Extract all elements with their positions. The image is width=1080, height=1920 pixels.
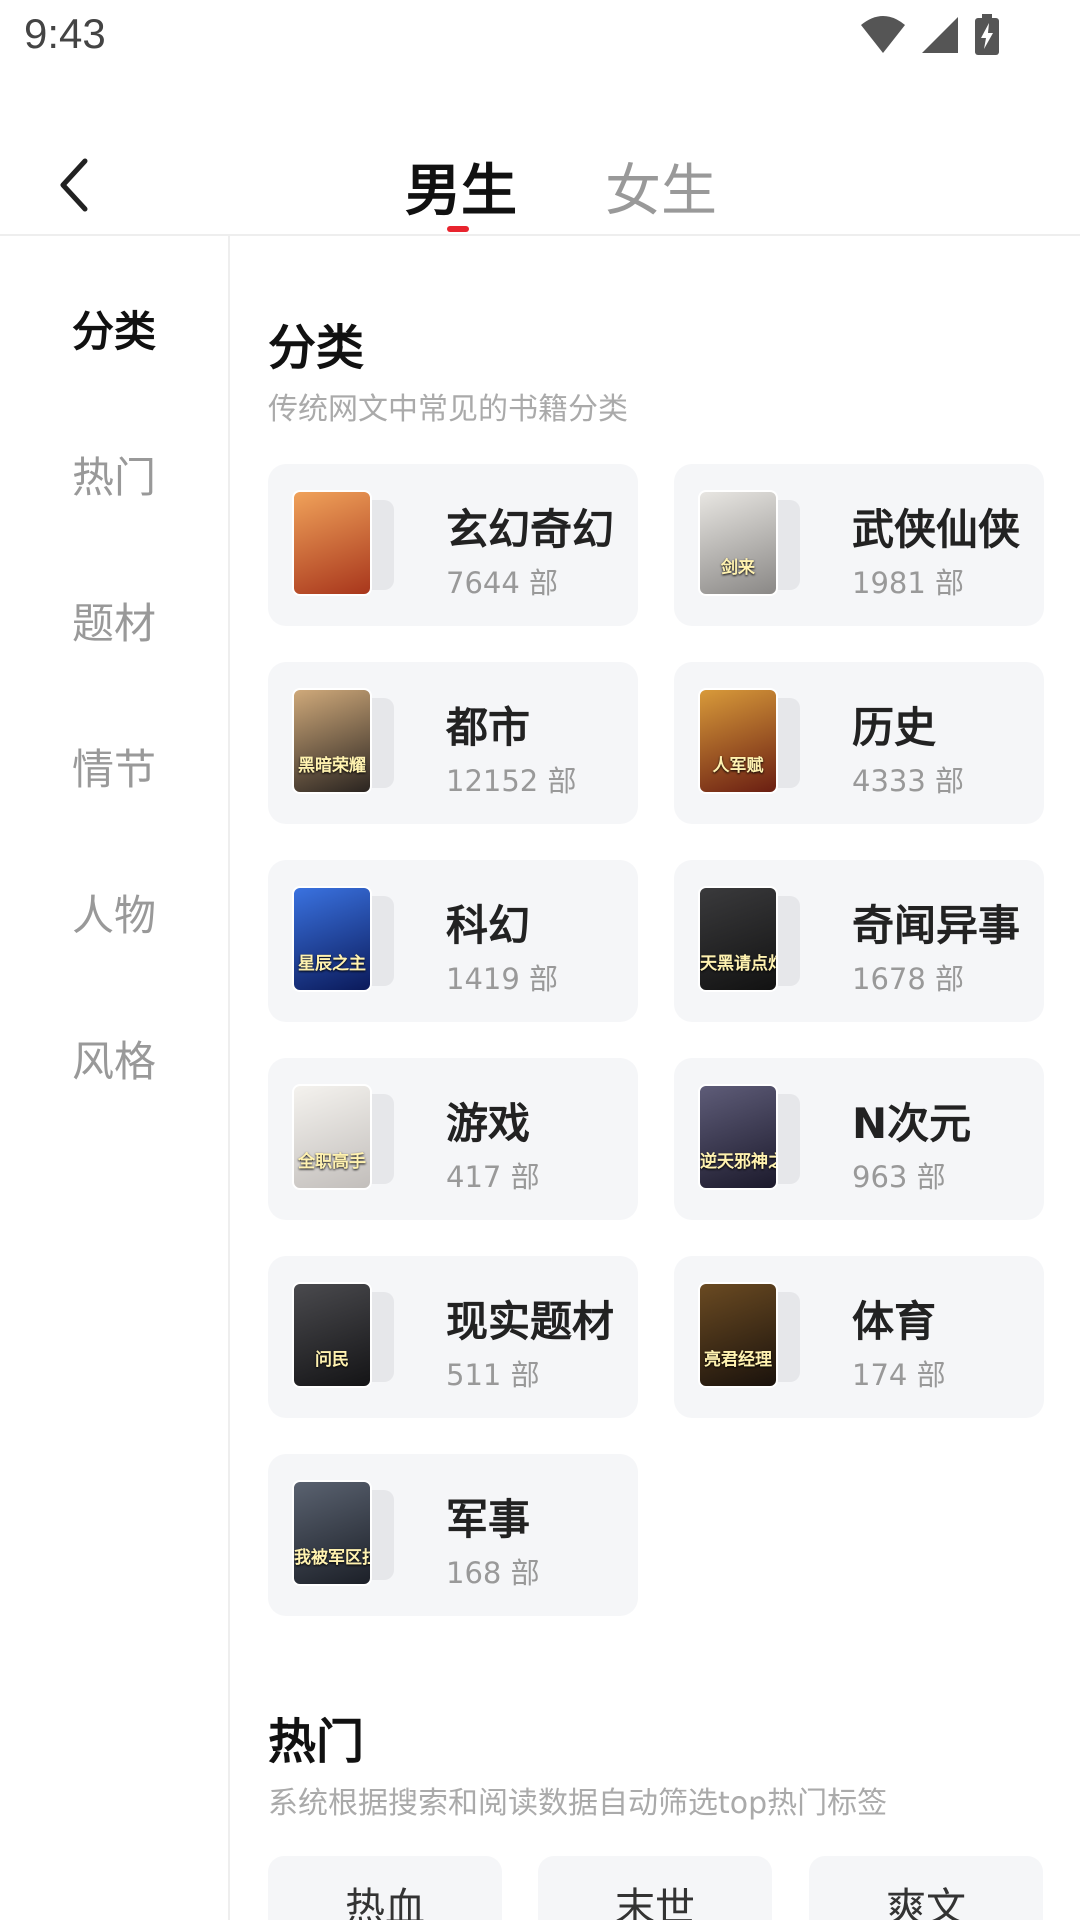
category-name: 游戏 [446, 1099, 531, 1148]
hot-tag[interactable]: 爽文 [809, 1856, 1043, 1920]
book-cover-image: 全职高手 [292, 1084, 372, 1190]
category-name: 都市 [446, 703, 531, 752]
category-card[interactable]: 全职高手 游戏 417 部 [268, 1058, 638, 1220]
book-cover-stack: 逆天邪神之续章 [698, 1084, 800, 1194]
category-card[interactable]: 人军赋 历史 4333 部 [674, 662, 1044, 824]
sidebar-item-style[interactable]: 风格 [0, 1022, 228, 1102]
category-count: 174 部 [852, 1358, 946, 1392]
book-cover-image: 人军赋 [698, 688, 778, 794]
book-cover-stack: 黑暗荣耀 [292, 688, 394, 798]
book-cover-title: 逆天邪神之续章 [700, 1152, 776, 1172]
category-name: 武侠仙侠 [852, 505, 1021, 554]
book-cover-stack: 全职高手 [292, 1084, 394, 1194]
book-cover-stack: 我被军区拉进黑名单 [292, 1480, 394, 1590]
category-name: 玄幻奇幻 [446, 505, 615, 554]
book-cover-image: 亮君经理 [698, 1282, 778, 1388]
tab-female[interactable]: 女生 [605, 160, 717, 224]
wifi-icon [861, 16, 905, 53]
category-section-title: 分类 [268, 320, 365, 376]
sidebar-item-plot[interactable]: 情节 [0, 730, 228, 810]
book-cover-image: 星辰之主 [292, 886, 372, 992]
cellular-signal-icon [922, 17, 958, 53]
category-card[interactable]: 玄幻奇幻 7644 部 [268, 464, 638, 626]
hot-section-title: 热门 [268, 1714, 365, 1770]
category-count: 1419 部 [446, 962, 559, 996]
category-count: 963 部 [852, 1160, 946, 1194]
category-name: 科幻 [446, 901, 531, 950]
hot-tag[interactable]: 热血 [268, 1856, 502, 1920]
category-name: 现实题材 [446, 1297, 615, 1346]
book-cover-image: 天黑请点灯 [698, 886, 778, 992]
book-cover-title: 问民 [315, 1350, 349, 1370]
category-card[interactable]: 剑来 武侠仙侠 1981 部 [674, 464, 1044, 626]
sidebar-item-category[interactable]: 分类 [0, 292, 228, 372]
status-bar: 9:43 [0, 0, 1080, 72]
back-arrow-icon [60, 158, 88, 212]
book-cover-stack: 星辰之主 [292, 886, 394, 996]
category-card[interactable]: 问民 现实题材 511 部 [268, 1256, 638, 1418]
book-cover-title: 亮君经理 [704, 1350, 772, 1370]
book-cover-stack: 人军赋 [698, 688, 800, 798]
active-tab-indicator [447, 226, 469, 232]
category-name: N次元 [852, 1099, 972, 1148]
category-section-subtitle: 传统网文中常见的书籍分类 [268, 392, 628, 427]
category-count: 7644 部 [446, 566, 559, 600]
book-cover-title: 星辰之主 [298, 954, 366, 974]
main-content: 分类 传统网文中常见的书籍分类 玄幻奇幻 7644 部 剑来 武侠仙侠 1981 部黑暗… [232, 236, 1080, 1920]
tab-male[interactable]: 男生 [405, 160, 517, 224]
book-cover-stack [292, 490, 394, 600]
status-icons [860, 14, 1000, 56]
category-card[interactable]: 我被军区拉进黑名单 军事 168 部 [268, 1454, 638, 1616]
sidebar-item-hot[interactable]: 热门 [0, 438, 228, 518]
category-name: 历史 [852, 703, 937, 752]
hot-tag[interactable]: 末世 [538, 1856, 772, 1920]
category-name: 体育 [852, 1297, 937, 1346]
category-count: 168 部 [446, 1556, 540, 1590]
book-cover-title: 人军赋 [712, 756, 764, 776]
sidebar-item-character[interactable]: 人物 [0, 876, 228, 956]
category-count: 1678 部 [852, 962, 965, 996]
book-cover-title: 我被军区拉进黑名单 [294, 1548, 370, 1568]
back-button[interactable] [40, 150, 110, 220]
category-count: 511 部 [446, 1358, 540, 1392]
book-cover-title: 全职高手 [298, 1152, 366, 1172]
header: 男生 女生 [0, 130, 1080, 236]
book-cover-title: 剑来 [721, 558, 755, 578]
category-name: 奇闻异事 [852, 901, 1021, 950]
book-cover-image: 我被军区拉进黑名单 [292, 1480, 372, 1586]
category-count: 417 部 [446, 1160, 540, 1194]
sidebar: 分类 热门 题材 情节 人物 风格 [0, 236, 230, 1920]
book-cover-stack: 天黑请点灯 [698, 886, 800, 996]
sidebar-item-theme[interactable]: 题材 [0, 584, 228, 664]
category-card[interactable]: 亮君经理 体育 174 部 [674, 1256, 1044, 1418]
category-count: 12152 部 [446, 764, 577, 798]
hot-section-subtitle: 系统根据搜索和阅读数据自动筛选top热门标签 [268, 1786, 888, 1821]
category-card[interactable]: 天黑请点灯 奇闻异事 1678 部 [674, 860, 1044, 1022]
category-card[interactable]: 星辰之主 科幻 1419 部 [268, 860, 638, 1022]
category-count: 1981 部 [852, 566, 965, 600]
category-name: 军事 [446, 1495, 531, 1544]
book-cover-image: 剑来 [698, 490, 778, 596]
status-time: 9:43 [24, 10, 106, 57]
book-cover-stack: 亮君经理 [698, 1282, 800, 1392]
battery-charging-icon [975, 14, 999, 55]
app-root: 9:43 男生 女生 分类 热门 题材 情节 人物 风格 分类 传统网文中常见的… [0, 0, 1080, 1920]
book-cover-title: 黑暗荣耀 [298, 756, 366, 776]
book-cover-image: 逆天邪神之续章 [698, 1084, 778, 1190]
book-cover-title: 天黑请点灯 [700, 954, 776, 974]
category-card[interactable]: 逆天邪神之续章 N次元 963 部 [674, 1058, 1044, 1220]
book-cover-stack: 问民 [292, 1282, 394, 1392]
category-card[interactable]: 黑暗荣耀 都市 12152 部 [268, 662, 638, 824]
book-cover-image [292, 490, 372, 596]
book-cover-image: 问民 [292, 1282, 372, 1388]
book-cover-image: 黑暗荣耀 [292, 688, 372, 794]
category-count: 4333 部 [852, 764, 965, 798]
book-cover-stack: 剑来 [698, 490, 800, 600]
